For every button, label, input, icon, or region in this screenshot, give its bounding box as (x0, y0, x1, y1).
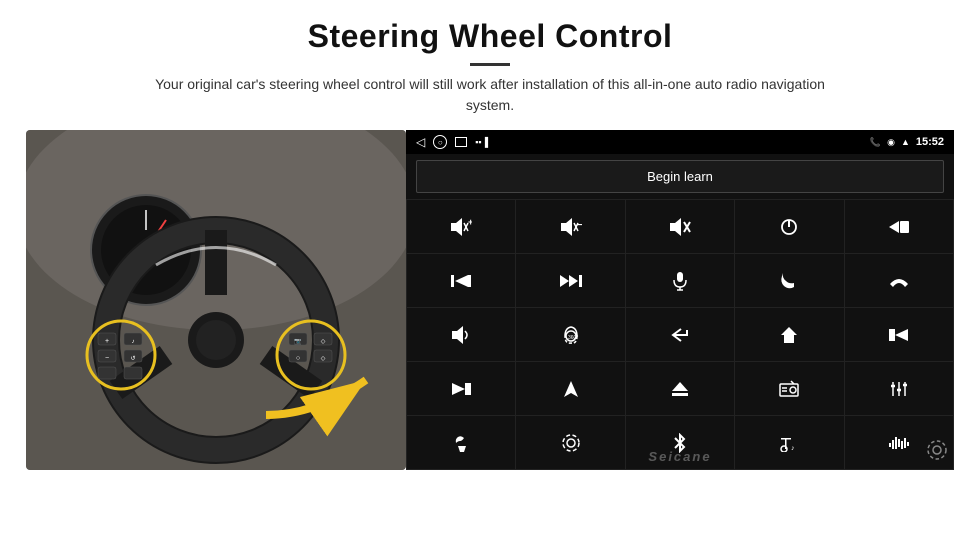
content-area: ● (0, 130, 980, 548)
svg-text:−: − (105, 355, 109, 362)
navigate-icon (563, 380, 579, 398)
volume-down-button[interactable]: − (516, 200, 624, 253)
steering-wheel-image: ● (26, 130, 406, 470)
radio-button[interactable] (735, 362, 843, 415)
status-bar: ◁ ○ ▪▪▐ 📞 ◉ ▲ 15:52 (406, 130, 954, 154)
svg-text:+: + (105, 338, 109, 345)
ff-skip-icon (560, 274, 582, 288)
skip-forward-button[interactable] (407, 362, 515, 415)
navigate-button[interactable] (516, 362, 624, 415)
power-button[interactable] (735, 200, 843, 253)
gear-corner-icon[interactable] (926, 439, 948, 466)
status-right: 📞 ◉ ▲ 15:52 (870, 136, 944, 148)
skip-next-icon (451, 273, 471, 289)
controls-grid: + − (406, 199, 954, 470)
phone-answer-button[interactable] (735, 254, 843, 307)
mute-icon (669, 218, 691, 236)
header-section: Steering Wheel Control Your original car… (0, 0, 980, 124)
microphone-icon (673, 271, 687, 291)
begin-learn-area: Begin learn (406, 154, 954, 199)
settings2-icon (562, 434, 580, 452)
location-icon: ◉ (887, 137, 895, 148)
svg-text:○: ○ (296, 355, 300, 362)
svg-text:📷: 📷 (294, 338, 302, 345)
status-left: ◁ ○ ▪▪▐ (416, 135, 488, 149)
clock-display: 15:52 (916, 136, 944, 148)
svg-text:−: − (577, 220, 582, 231)
svg-text:◇: ◇ (321, 356, 326, 362)
back-nav-icon[interactable]: ◁ (416, 135, 425, 149)
phone-prev-button[interactable] (845, 200, 953, 253)
page: Steering Wheel Control Your original car… (0, 0, 980, 548)
subtitle-text: Your original car's steering wheel contr… (140, 74, 840, 116)
equalizer-button[interactable] (845, 362, 953, 415)
home-button[interactable] (735, 308, 843, 361)
radio-icon (779, 380, 799, 398)
ff-skip-button[interactable] (516, 254, 624, 307)
eject-icon (671, 381, 689, 397)
wifi-icon: ▲ (901, 137, 910, 147)
voice-icon (452, 434, 470, 452)
seicane-watermark: Seicane (648, 449, 711, 464)
volume-down-icon: − (560, 218, 582, 236)
media-indicator: ▪▪▐ (475, 137, 488, 147)
camera-360-icon: 360° (560, 325, 582, 345)
android-panel: ◁ ○ ▪▪▐ 📞 ◉ ▲ 15:52 Begin learn (406, 130, 954, 470)
home-icon (780, 326, 798, 344)
skip-next-button[interactable] (407, 254, 515, 307)
volume-up-icon: + (450, 218, 472, 236)
phone-hangup-icon (889, 274, 909, 288)
eject-button[interactable] (626, 362, 734, 415)
settings2-button[interactable] (516, 416, 624, 469)
music-button[interactable]: ♪ (735, 416, 843, 469)
skip-back-button[interactable] (845, 308, 953, 361)
svg-text:+: + (468, 218, 472, 227)
speaker-button[interactable] (407, 308, 515, 361)
phone-status-icon: 📞 (870, 137, 881, 148)
phone-hangup-button[interactable] (845, 254, 953, 307)
page-title: Steering Wheel Control (60, 18, 920, 55)
recents-nav-icon[interactable] (455, 137, 467, 147)
svg-text:◇: ◇ (321, 339, 326, 345)
music-icon: ♪ (780, 434, 798, 452)
svg-text:♪: ♪ (791, 445, 795, 452)
back-icon (671, 327, 689, 343)
home-nav-icon[interactable]: ○ (433, 135, 447, 149)
svg-text:♪: ♪ (132, 339, 135, 345)
skip-back-icon (889, 327, 909, 343)
back-button[interactable] (626, 308, 734, 361)
begin-learn-button[interactable]: Begin learn (416, 160, 944, 193)
title-divider (470, 63, 510, 66)
skip-forward-icon (451, 381, 471, 397)
mute-button[interactable] (626, 200, 734, 253)
svg-text:360°: 360° (568, 335, 578, 341)
camera-360-button[interactable]: 360° (516, 308, 624, 361)
volume-up-button[interactable]: + (407, 200, 515, 253)
speaker-icon (451, 326, 471, 344)
power-icon (780, 218, 798, 236)
equalizer-icon (890, 381, 908, 397)
microphone-button[interactable] (626, 254, 734, 307)
voice-button[interactable] (407, 416, 515, 469)
phone-prev-icon (888, 220, 910, 234)
svg-text:↺: ↺ (130, 355, 135, 362)
phone-answer-icon (780, 272, 798, 290)
waveform-icon (889, 435, 909, 451)
